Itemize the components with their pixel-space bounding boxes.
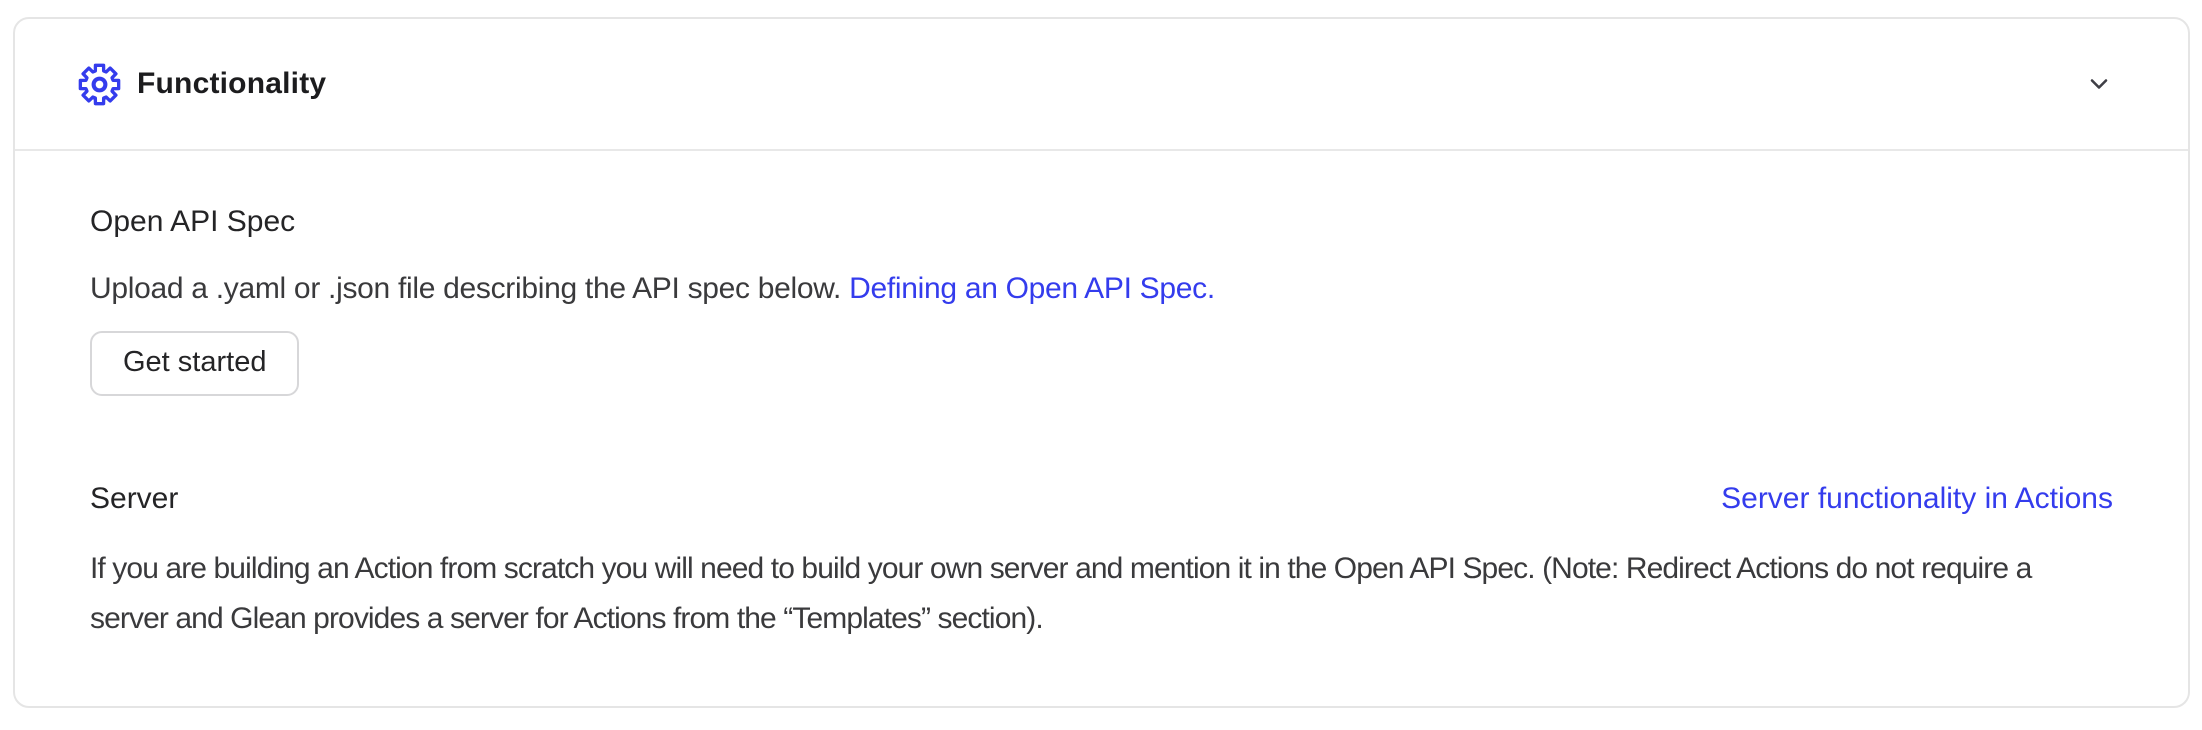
open-api-spec-description-text: Upload a .yaml or .json file describing … — [90, 272, 841, 305]
open-api-spec-section: Open API Spec Upload a .yaml or .json fi… — [90, 203, 2113, 396]
server-label-row: Server Server functionality in Actions — [90, 480, 2113, 518]
panel-title: Functionality — [137, 67, 326, 101]
open-api-spec-description: Upload a .yaml or .json file describing … — [90, 267, 2113, 311]
get-started-button[interactable]: Get started — [90, 331, 299, 396]
gear-icon — [75, 60, 123, 108]
server-functionality-link[interactable]: Server functionality in Actions — [1721, 482, 2113, 516]
chevron-down-icon[interactable] — [2082, 67, 2116, 101]
server-description: If you are building an Action from scrat… — [90, 544, 2113, 644]
functionality-section-header[interactable]: Functionality — [15, 19, 2188, 151]
defining-open-api-spec-link[interactable]: Defining an Open API Spec. — [849, 272, 1215, 305]
server-label: Server — [90, 480, 178, 518]
open-api-spec-label: Open API Spec — [90, 203, 2113, 241]
server-section: Server Server functionality in Actions I… — [90, 480, 2113, 644]
functionality-panel: Functionality Open API Spec Upload a .ya… — [13, 17, 2190, 708]
panel-content: Open API Spec Upload a .yaml or .json fi… — [15, 151, 2188, 644]
